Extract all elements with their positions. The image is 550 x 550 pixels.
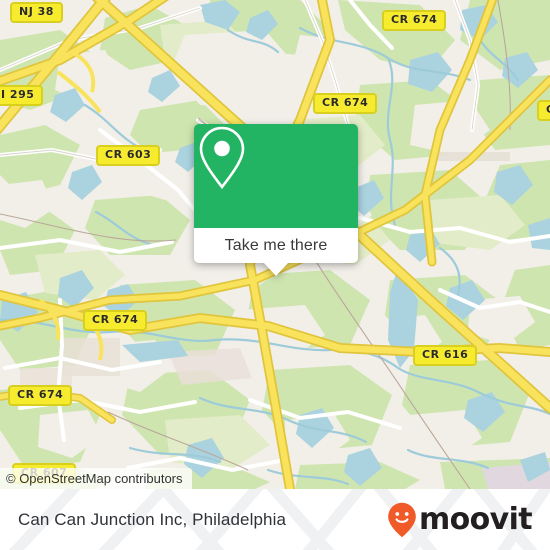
place-title: Can Can Junction Inc, Philadelphia	[18, 509, 287, 529]
shield-cr-674-mid[interactable]: CR 674	[83, 310, 148, 331]
shield-nj-38[interactable]: NJ 38	[10, 2, 63, 23]
shield-cr-603[interactable]: CR 603	[96, 145, 161, 166]
footer-bar: Can Can Junction Inc, Philadelphia moovi…	[0, 489, 550, 550]
osm-attribution[interactable]: © OpenStreetMap contributors	[0, 468, 192, 489]
callout-pointer	[263, 262, 289, 276]
shield-cr-674-lower[interactable]: CR 674	[8, 385, 73, 406]
map-canvas[interactable]: NJ 38 CR 674 I 295 CR 674 CR CR 603 CR 6…	[0, 0, 550, 489]
take-me-there-label: Take me there	[224, 236, 328, 254]
shield-cr-674-upper[interactable]: CR 674	[313, 93, 378, 114]
shield-i-295[interactable]: I 295	[0, 85, 44, 106]
moovit-location-card: NJ 38 CR 674 I 295 CR 674 CR CR 603 CR 6…	[0, 0, 550, 550]
map-pin-icon	[199, 126, 245, 190]
shield-cr-674-top[interactable]: CR 674	[382, 10, 447, 31]
callout-action-area[interactable]: Take me there	[194, 228, 358, 276]
moovit-smiling-pin-icon	[388, 502, 416, 537]
moovit-brand[interactable]: moovit	[387, 489, 533, 550]
shield-cr-right-edge[interactable]: CR	[537, 100, 550, 121]
shield-cr-616[interactable]: CR 616	[413, 345, 478, 366]
moovit-wordmark: moovit	[418, 501, 533, 537]
callout-pin-area	[194, 124, 358, 228]
location-callout[interactable]: Take me there	[194, 124, 358, 276]
